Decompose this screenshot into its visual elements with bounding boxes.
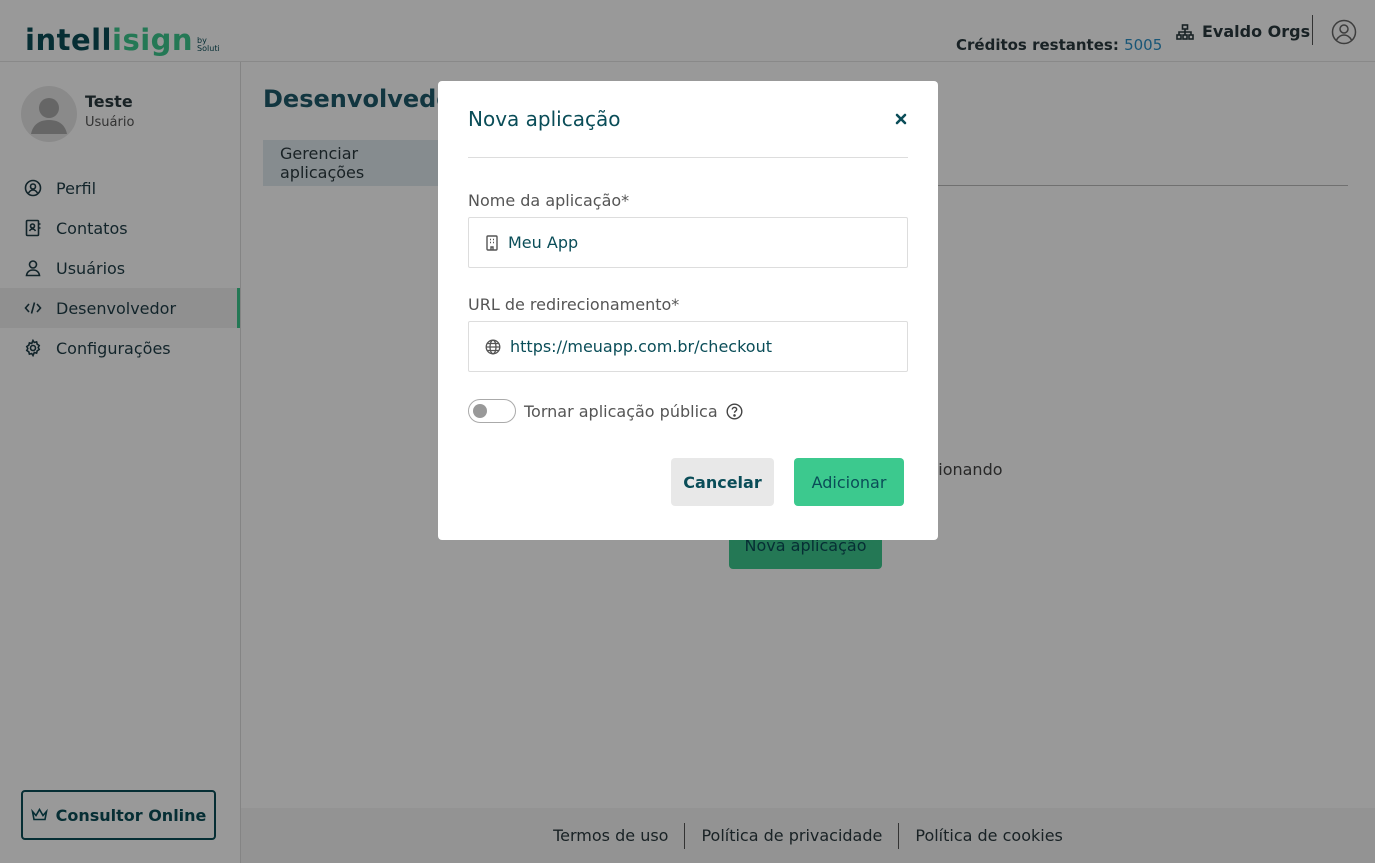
public-app-toggle-row: Tornar aplicação pública bbox=[468, 399, 743, 423]
app-name-field[interactable] bbox=[468, 217, 908, 268]
dialog-divider bbox=[468, 157, 908, 158]
add-button[interactable]: Adicionar bbox=[794, 458, 904, 506]
help-icon[interactable] bbox=[726, 402, 743, 420]
public-app-toggle[interactable] bbox=[468, 399, 516, 423]
app-name-label: Nome da aplicação* bbox=[468, 191, 630, 210]
globe-icon bbox=[485, 339, 501, 354]
cancel-button[interactable]: Cancelar bbox=[671, 458, 774, 506]
dialog-title: Nova aplicação bbox=[468, 107, 621, 131]
close-icon[interactable] bbox=[893, 111, 909, 127]
redirect-url-input[interactable] bbox=[510, 337, 900, 356]
toggle-knob bbox=[473, 404, 487, 418]
building-icon bbox=[486, 234, 498, 251]
app-name-input[interactable] bbox=[508, 233, 898, 252]
redirect-url-field[interactable] bbox=[468, 321, 908, 372]
redirect-url-label: URL de redirecionamento* bbox=[468, 295, 680, 314]
new-application-dialog: Nova aplicação Nome da aplicação* URL de… bbox=[438, 81, 938, 540]
public-app-label: Tornar aplicação pública bbox=[524, 401, 718, 421]
